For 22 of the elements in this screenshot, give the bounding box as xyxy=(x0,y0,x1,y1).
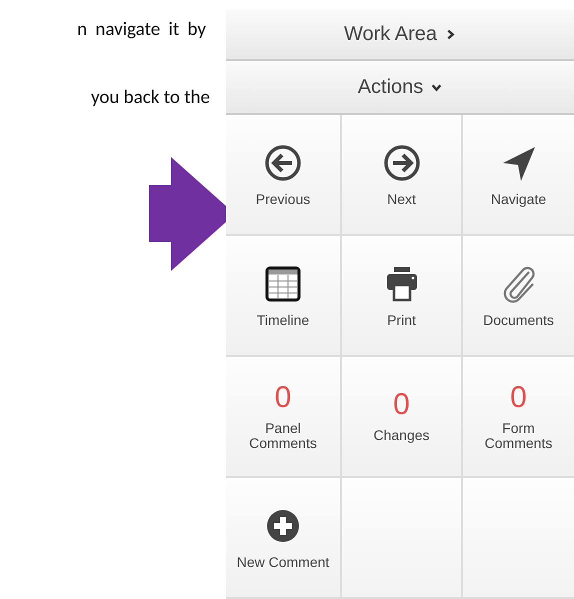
table-icon xyxy=(263,264,303,304)
arrow-left-circle-icon xyxy=(263,142,303,182)
action-tile[interactable]: Timeline xyxy=(226,236,342,357)
chevron-right-icon xyxy=(445,29,456,40)
action-tile[interactable]: New Comment xyxy=(226,478,342,599)
count-tile[interactable]: 0 Changes xyxy=(342,357,463,478)
tile-label: Changes xyxy=(372,428,431,443)
document-text: n navigate it by xyxy=(77,18,206,41)
arrow-right-circle-icon xyxy=(382,142,422,182)
count-number: 0 xyxy=(274,382,292,413)
action-tile[interactable]: Print xyxy=(342,236,463,357)
document-text: you back to the xyxy=(90,86,210,109)
count-tile[interactable]: 0 Panel Comments xyxy=(226,357,342,478)
action-tile[interactable]: Next xyxy=(342,115,463,236)
tile-label: Panel Comments xyxy=(248,420,318,450)
action-tile[interactable]: Previous xyxy=(226,115,342,236)
count-number: 0 xyxy=(510,382,527,413)
chevron-down-icon xyxy=(431,82,442,93)
work-area-button[interactable]: Work Area xyxy=(226,10,574,62)
tile-label: Form Comments xyxy=(484,420,554,450)
count-number: 0 xyxy=(393,390,410,420)
actions-dropdown[interactable]: Actions xyxy=(226,61,574,115)
